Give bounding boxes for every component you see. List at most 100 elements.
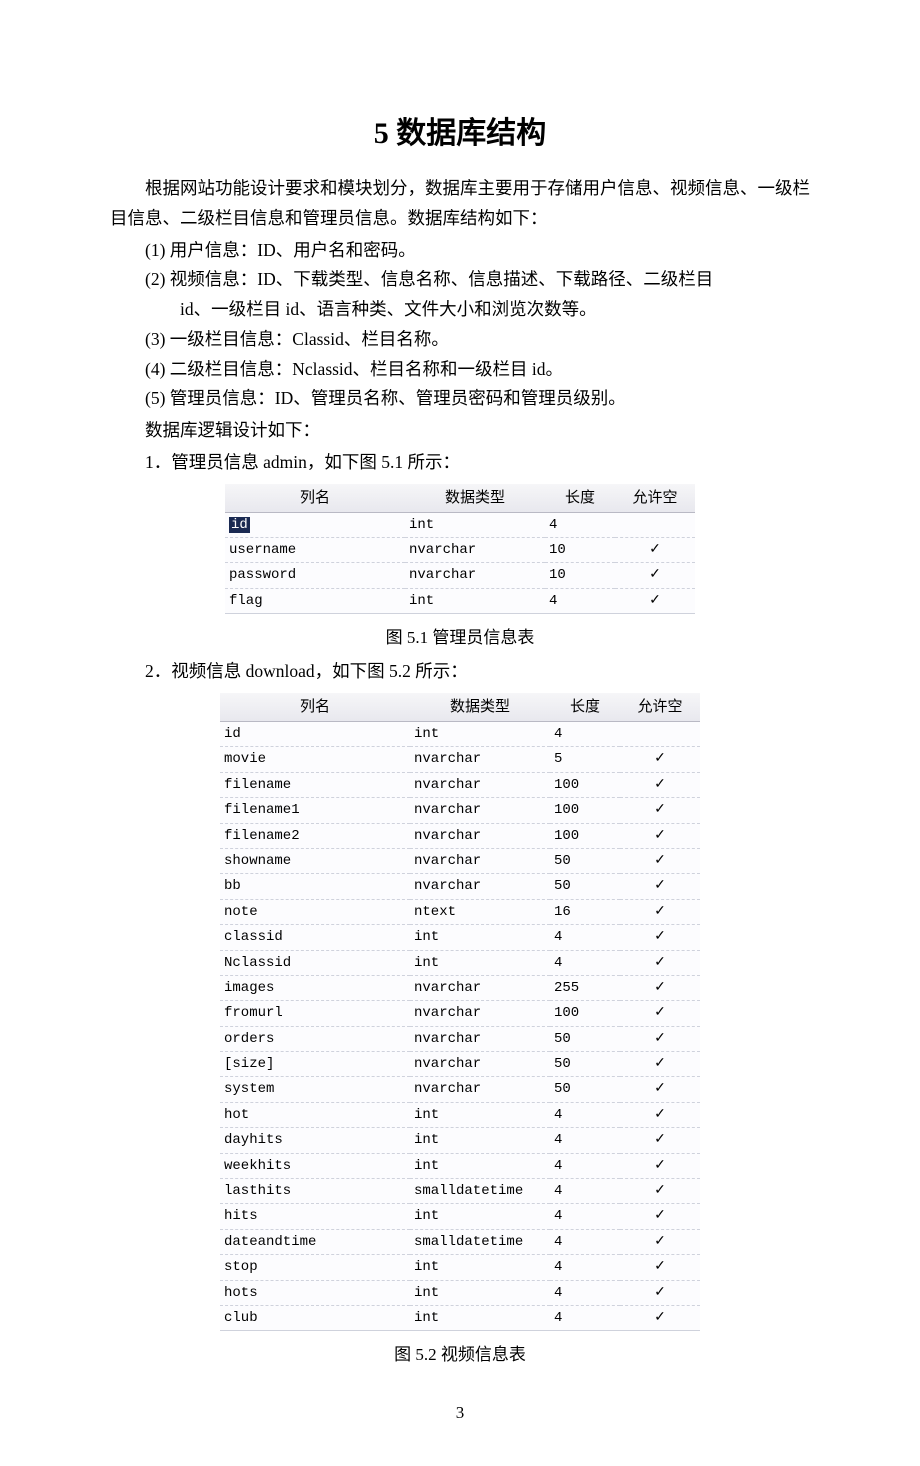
cell-length: 10 bbox=[545, 537, 615, 562]
cell-data-type: nvarchar bbox=[410, 798, 550, 823]
cell-data-type: int bbox=[410, 1204, 550, 1229]
check-icon: ✓ bbox=[653, 1078, 667, 1100]
table-row: weekhitsint4✓ bbox=[220, 1153, 700, 1178]
cell-column-name: hot bbox=[220, 1102, 410, 1127]
cell-allow-null: ✓ bbox=[620, 1255, 700, 1280]
cell-column-name: classid bbox=[220, 925, 410, 950]
check-icon: ✓ bbox=[653, 1205, 667, 1227]
cell-length: 50 bbox=[550, 1052, 620, 1077]
table-row: idint4 bbox=[220, 722, 700, 747]
cell-column-name: filename bbox=[220, 772, 410, 797]
cell-allow-null: ✓ bbox=[620, 1052, 700, 1077]
check-icon: ✓ bbox=[653, 850, 667, 872]
cell-data-type: int bbox=[410, 950, 550, 975]
check-icon: ✓ bbox=[653, 1155, 667, 1177]
cell-allow-null: ✓ bbox=[620, 1128, 700, 1153]
cell-column-name: stop bbox=[220, 1255, 410, 1280]
table-row: hotint4✓ bbox=[220, 1102, 700, 1127]
cell-data-type: int bbox=[410, 1305, 550, 1330]
table-row: Nclassidint4✓ bbox=[220, 950, 700, 975]
cell-data-type: nvarchar bbox=[405, 537, 545, 562]
list-item: (3) 一级栏目信息：Classid、栏目名称。 bbox=[145, 325, 810, 355]
cell-allow-null: ✓ bbox=[615, 563, 695, 588]
cell-column-name: weekhits bbox=[220, 1153, 410, 1178]
table-row: stopint4 ✓ bbox=[220, 1255, 700, 1280]
table-row: classidint4✓ bbox=[220, 925, 700, 950]
check-icon: ✓ bbox=[653, 1002, 667, 1024]
cell-data-type: int bbox=[405, 512, 545, 537]
cell-allow-null: ✓ bbox=[620, 1026, 700, 1051]
table-row: lasthitssmalldatetime4✓ bbox=[220, 1179, 700, 1204]
cell-allow-null: ✓ bbox=[620, 1077, 700, 1102]
admin-table: 列名 数据类型 长度 允许空 idint4usernamenvarchar10✓… bbox=[225, 484, 695, 615]
cell-column-name: id bbox=[225, 512, 405, 537]
table-row: hitsint4✓ bbox=[220, 1204, 700, 1229]
cell-data-type: nvarchar bbox=[410, 747, 550, 772]
list-item: (4) 二级栏目信息：Nclassid、栏目名称和一级栏目 id。 bbox=[145, 355, 810, 385]
cell-column-name: flag bbox=[225, 588, 405, 613]
cell-column-name: orders bbox=[220, 1026, 410, 1051]
cell-column-name: id bbox=[220, 722, 410, 747]
cell-length: 4 bbox=[550, 1255, 620, 1280]
cell-data-type: int bbox=[410, 1128, 550, 1153]
list-item: (1) 用户信息：ID、用户名和密码。 bbox=[145, 236, 810, 266]
table-row: movienvarchar5✓ bbox=[220, 747, 700, 772]
check-icon: ✓ bbox=[648, 564, 662, 586]
check-icon: ✓ bbox=[653, 1256, 667, 1278]
cell-length: 4 bbox=[545, 588, 615, 613]
cell-data-type: int bbox=[410, 925, 550, 950]
cell-data-type: int bbox=[410, 1153, 550, 1178]
th-length: 长度 bbox=[545, 484, 615, 513]
cell-allow-null: ✓ bbox=[620, 798, 700, 823]
table-row: fromurlnvarchar100✓ bbox=[220, 1001, 700, 1026]
check-icon: ✓ bbox=[653, 1028, 667, 1050]
table-row: [size]nvarchar50✓ bbox=[220, 1052, 700, 1077]
th-length: 长度 bbox=[550, 693, 620, 722]
check-icon: ✓ bbox=[653, 1282, 667, 1304]
check-icon: ✓ bbox=[653, 799, 667, 821]
th-data-type: 数据类型 bbox=[405, 484, 545, 513]
cell-length: 4 bbox=[550, 1128, 620, 1153]
cell-column-name: filename2 bbox=[220, 823, 410, 848]
cell-column-name: note bbox=[220, 899, 410, 924]
check-icon: ✓ bbox=[653, 926, 667, 948]
cell-allow-null: ✓ bbox=[620, 975, 700, 1000]
table-row: systemnvarchar50✓ bbox=[220, 1077, 700, 1102]
list-item: (5) 管理员信息：ID、管理员名称、管理员密码和管理员级别。 bbox=[145, 384, 810, 414]
cell-length: 100 bbox=[550, 772, 620, 797]
check-icon: ✓ bbox=[653, 748, 667, 770]
cell-length: 5 bbox=[550, 747, 620, 772]
cell-column-name: dayhits bbox=[220, 1128, 410, 1153]
cell-length: 255 bbox=[550, 975, 620, 1000]
cell-data-type: int bbox=[410, 1255, 550, 1280]
page-number: 3 bbox=[110, 1399, 810, 1426]
cell-length: 16 bbox=[550, 899, 620, 924]
requirements-list: (1) 用户信息：ID、用户名和密码。(2) 视频信息：ID、下载类型、信息名称… bbox=[110, 236, 810, 415]
check-icon: ✓ bbox=[648, 539, 662, 561]
cell-data-type: smalldatetime bbox=[410, 1179, 550, 1204]
cell-length: 50 bbox=[550, 1077, 620, 1102]
cell-allow-null: ✓ bbox=[620, 1179, 700, 1204]
table-row: dateandtimesmalldatetime4✓ bbox=[220, 1229, 700, 1254]
cell-column-name: password bbox=[225, 563, 405, 588]
cell-column-name: username bbox=[225, 537, 405, 562]
cell-allow-null: ✓ bbox=[620, 747, 700, 772]
cell-allow-null bbox=[620, 722, 700, 747]
cell-data-type: nvarchar bbox=[410, 1052, 550, 1077]
check-icon: ✓ bbox=[653, 1180, 667, 1202]
table-row: dayhitsint4 ✓ bbox=[220, 1128, 700, 1153]
body-text: 数据库逻辑设计如下： bbox=[110, 416, 810, 446]
cell-length: 50 bbox=[550, 1026, 620, 1051]
cell-length: 50 bbox=[550, 874, 620, 899]
cell-length: 4 bbox=[550, 1204, 620, 1229]
cell-allow-null: ✓ bbox=[620, 823, 700, 848]
th-allow-null: 允许空 bbox=[615, 484, 695, 513]
table-row: bbnvarchar50✓ bbox=[220, 874, 700, 899]
cell-data-type: ntext bbox=[410, 899, 550, 924]
table-row: clubint4✓ bbox=[220, 1305, 700, 1330]
table-row: idint4 bbox=[225, 512, 695, 537]
cell-length: 4 bbox=[550, 950, 620, 975]
cell-column-name: fromurl bbox=[220, 1001, 410, 1026]
cell-length: 100 bbox=[550, 1001, 620, 1026]
check-icon: ✓ bbox=[653, 1129, 667, 1151]
